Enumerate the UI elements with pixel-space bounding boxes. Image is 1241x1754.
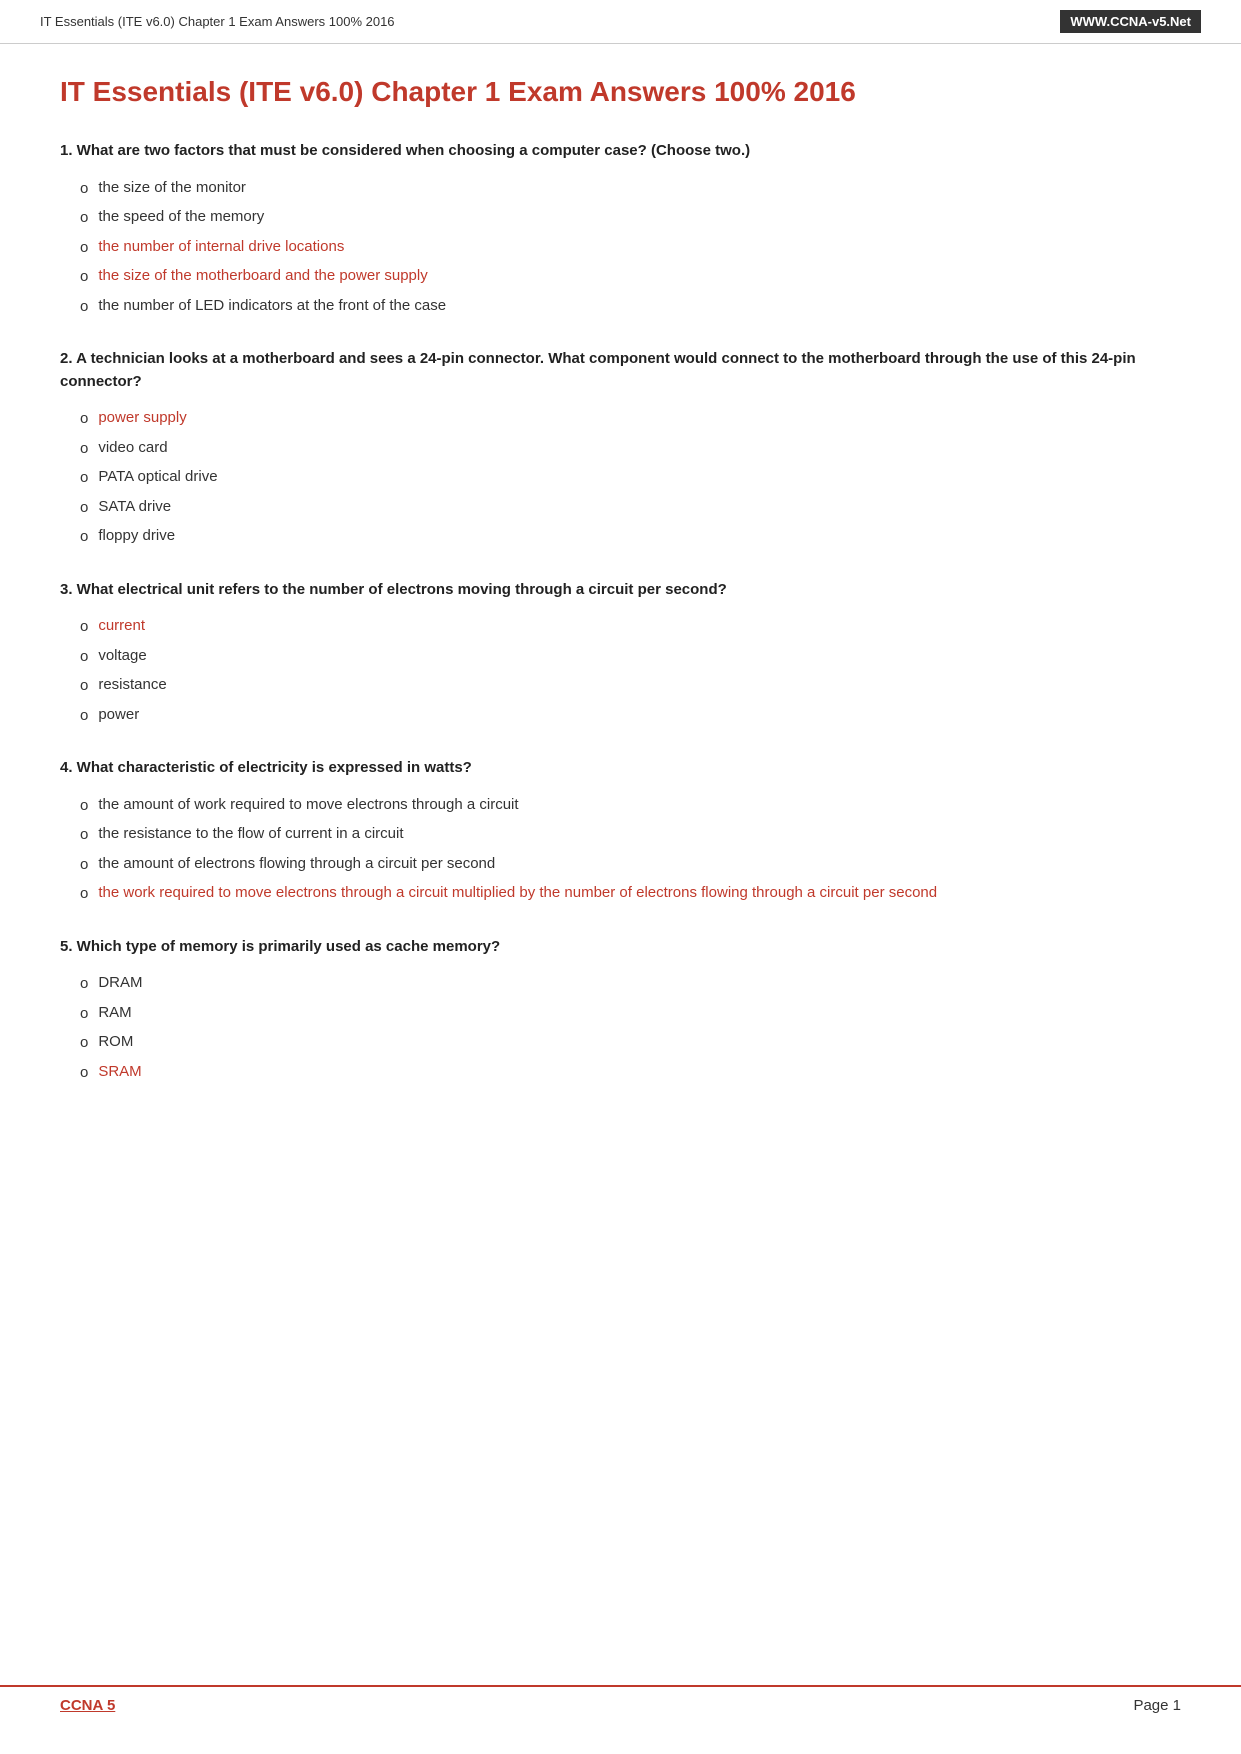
- answer-text: RAM: [98, 1002, 131, 1025]
- question-text-1: 1. What are two factors that must be con…: [60, 140, 1181, 163]
- answer-item: o the resistance to the flow of current i…: [80, 823, 1181, 847]
- answer-text: ROM: [98, 1031, 133, 1054]
- answer-item: o the number of LED indicators at the fro…: [80, 295, 1181, 319]
- answer-bullet: o: [80, 526, 88, 549]
- answer-bullet: o: [80, 883, 88, 906]
- answer-text: SATA drive: [98, 496, 171, 519]
- answer-item: o PATA optical drive: [80, 466, 1181, 490]
- answer-bullet: o: [80, 854, 88, 877]
- answer-bullet: o: [80, 497, 88, 520]
- answer-list-2: o power supply o video card o PATA optical dr…: [60, 407, 1181, 549]
- answer-text: the number of internal drive locations: [98, 236, 344, 259]
- question-text-5: 5. Which type of memory is primarily use…: [60, 936, 1181, 959]
- answer-bullet: o: [80, 438, 88, 461]
- footer-bar: CCNA 5 Page 1: [0, 1685, 1241, 1724]
- site-badge: WWW.CCNA-v5.Net: [1060, 10, 1201, 33]
- answer-item: o power supply: [80, 407, 1181, 431]
- answer-text: PATA optical drive: [98, 466, 217, 489]
- answer-bullet: o: [80, 824, 88, 847]
- answer-text: the speed of the memory: [98, 206, 264, 229]
- answer-bullet: o: [80, 795, 88, 818]
- answer-bullet: o: [80, 973, 88, 996]
- footer-page: Page 1: [1133, 1697, 1181, 1714]
- question-block-5: 5. Which type of memory is primarily use…: [60, 936, 1181, 1085]
- answer-bullet: o: [80, 296, 88, 319]
- answer-text: the work required to move electrons thro…: [98, 882, 937, 905]
- answer-bullet: o: [80, 675, 88, 698]
- answer-item: o current: [80, 615, 1181, 639]
- answer-bullet: o: [80, 705, 88, 728]
- question-block-4: 4. What characteristic of electricity is…: [60, 757, 1181, 906]
- answer-bullet: o: [80, 1003, 88, 1026]
- answer-item: o the number of internal drive locations: [80, 236, 1181, 260]
- question-block-3: 3. What electrical unit refers to the nu…: [60, 579, 1181, 728]
- answer-text: the amount of electrons flowing through …: [98, 853, 495, 876]
- question-text-2: 2. A technician looks at a motherboard a…: [60, 348, 1181, 393]
- header-bar: IT Essentials (ITE v6.0) Chapter 1 Exam …: [0, 0, 1241, 44]
- answer-list-3: ocurrentovoltageoresistanceopower: [60, 615, 1181, 727]
- answer-item: o the size of the motherboard and the pow…: [80, 265, 1181, 289]
- answer-text: the size of the motherboard and the powe…: [98, 265, 427, 288]
- answer-text: SRAM: [98, 1061, 141, 1084]
- answer-list-4: o the amount of work required to move ele…: [60, 794, 1181, 906]
- answer-item: o the speed of the memory: [80, 206, 1181, 230]
- answer-text: video card: [98, 437, 167, 460]
- answer-text: voltage: [98, 645, 146, 668]
- main-content: IT Essentials (ITE v6.0) Chapter 1 Exam …: [0, 44, 1241, 1174]
- answer-item: opower: [80, 704, 1181, 728]
- answer-item: o the amount of work required to move ele…: [80, 794, 1181, 818]
- answer-text: the size of the monitor: [98, 177, 246, 200]
- answer-text: current: [98, 615, 145, 638]
- answer-item: o the amount of electrons flowing through…: [80, 853, 1181, 877]
- answer-list-1: o the size of the monitor o the speed of th…: [60, 177, 1181, 319]
- answer-list-5: o DRAM o RAM o ROM o SRAM: [60, 972, 1181, 1084]
- answer-bullet: o: [80, 207, 88, 230]
- question-block-2: 2. A technician looks at a motherboard a…: [60, 348, 1181, 549]
- header-title: IT Essentials (ITE v6.0) Chapter 1 Exam …: [40, 14, 395, 29]
- questions-container: 1. What are two factors that must be con…: [60, 140, 1181, 1084]
- answer-bullet: o: [80, 1062, 88, 1085]
- answer-text: the number of LED indicators at the fron…: [98, 295, 446, 318]
- question-block-1: 1. What are two factors that must be con…: [60, 140, 1181, 318]
- answer-item: o resistance: [80, 674, 1181, 698]
- answer-bullet: o: [80, 408, 88, 431]
- question-text-4: 4. What characteristic of electricity is…: [60, 757, 1181, 780]
- answer-item: o voltage: [80, 645, 1181, 669]
- answer-item: o video card: [80, 437, 1181, 461]
- answer-item: o DRAM: [80, 972, 1181, 996]
- answer-text: floppy drive: [98, 525, 175, 548]
- footer-link[interactable]: CCNA 5: [60, 1697, 115, 1714]
- answer-item: o the work required to move electrons thr…: [80, 882, 1181, 906]
- answer-bullet: o: [80, 616, 88, 639]
- answer-bullet: o: [80, 178, 88, 201]
- answer-bullet: o: [80, 467, 88, 490]
- answer-text: power supply: [98, 407, 186, 430]
- answer-item: o the size of the monitor: [80, 177, 1181, 201]
- answer-item: o floppy drive: [80, 525, 1181, 549]
- answer-text: resistance: [98, 674, 166, 697]
- answer-text: power: [98, 704, 139, 727]
- answer-bullet: o: [80, 1032, 88, 1055]
- page-wrapper: IT Essentials (ITE v6.0) Chapter 1 Exam …: [0, 0, 1241, 1754]
- question-text-3: 3. What electrical unit refers to the nu…: [60, 579, 1181, 602]
- answer-item: o RAM: [80, 1002, 1181, 1026]
- answer-item: o SATA drive: [80, 496, 1181, 520]
- answer-bullet: o: [80, 237, 88, 260]
- answer-item: o ROM: [80, 1031, 1181, 1055]
- answer-bullet: o: [80, 646, 88, 669]
- page-title: IT Essentials (ITE v6.0) Chapter 1 Exam …: [60, 74, 1181, 110]
- answer-text: the resistance to the flow of current in…: [98, 823, 403, 846]
- answer-text: DRAM: [98, 972, 142, 995]
- answer-item: o SRAM: [80, 1061, 1181, 1085]
- answer-bullet: o: [80, 266, 88, 289]
- answer-text: the amount of work required to move elec…: [98, 794, 518, 817]
